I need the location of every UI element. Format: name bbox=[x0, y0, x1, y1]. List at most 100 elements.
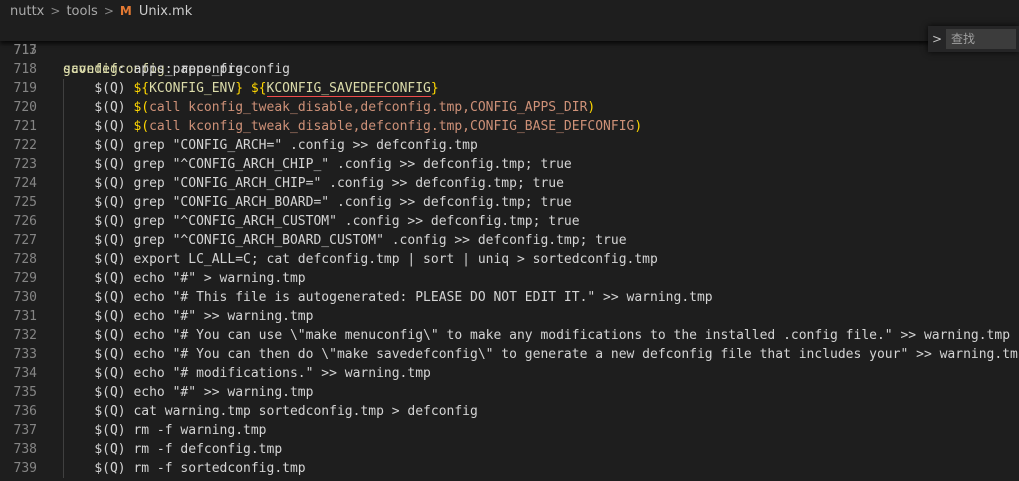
code-token: echo "# This file is autogenerated: PLEA… bbox=[125, 290, 713, 305]
code-line[interactable]: 724 $(Q) grep "CONFIG_ARCH_CHIP=" .confi… bbox=[0, 174, 1019, 193]
line-code[interactable]: $(Q) cat warning.tmp sortedconfig.tmp > … bbox=[63, 402, 478, 421]
code-line[interactable]: 730 $(Q) echo "# This file is autogenera… bbox=[0, 288, 1019, 307]
code-line[interactable]: 736 $(Q) cat warning.tmp sortedconfig.tm… bbox=[0, 402, 1019, 421]
find-input[interactable] bbox=[946, 29, 1016, 49]
line-code[interactable]: $(Q) echo "# You can use \"make menuconf… bbox=[63, 326, 1010, 345]
code-token: } bbox=[235, 81, 244, 96]
code-line[interactable]: 721 $(Q) $(call kconfig_tweak_disable,de… bbox=[0, 117, 1019, 136]
makefile-icon: M bbox=[119, 4, 132, 18]
chevron-right-icon: > bbox=[50, 4, 61, 18]
code-token: $(Q) bbox=[94, 385, 126, 400]
code-token: $(Q) bbox=[94, 119, 126, 134]
line-code[interactable]: $(Q) rm -f sortedconfig.tmp bbox=[63, 459, 306, 478]
line-code[interactable]: $(Q) echo "# You can then do \"make save… bbox=[63, 345, 1019, 364]
code-line[interactable]: 739 $(Q) rm -f sortedconfig.tmp bbox=[0, 459, 1019, 478]
line-code[interactable]: $(Q) echo "#" > warning.tmp bbox=[63, 269, 305, 288]
line-code[interactable]: $(Q) grep "^CONFIG_ARCH_BOARD_CUSTOM" .c… bbox=[63, 231, 626, 250]
line-code[interactable]: $(Q) grep "CONFIG_ARCH=" .config >> defc… bbox=[63, 136, 478, 155]
line-code[interactable]: $(Q) export LC_ALL=C; cat defconfig.tmp … bbox=[63, 250, 658, 269]
code-token: gconfig bbox=[63, 62, 118, 77]
code-token: echo "#" >> warning.tmp bbox=[125, 385, 314, 400]
sticky-scroll-header[interactable]: 713 gconfig: apps_preconfig bbox=[0, 22, 1019, 77]
code-line[interactable]: 731 $(Q) echo "#" >> warning.tmp bbox=[0, 307, 1019, 326]
line-code[interactable]: $(Q) grep "CONFIG_ARCH_CHIP=" .config >>… bbox=[63, 174, 564, 193]
code-token: $(Q) bbox=[94, 138, 126, 153]
code-token: echo "#" >> warning.tmp bbox=[125, 309, 314, 324]
code-token: rm -f defconfig.tmp bbox=[125, 442, 283, 457]
code-token: $(Q) bbox=[94, 81, 126, 96]
breadcrumb-folder-nuttx[interactable]: nuttx bbox=[0, 4, 46, 19]
code-line[interactable]: 727 $(Q) grep "^CONFIG_ARCH_BOARD_CUSTOM… bbox=[0, 231, 1019, 250]
code-token: rm -f warning.tmp bbox=[125, 423, 267, 438]
line-code[interactable]: $(Q) $(call kconfig_tweak_disable,defcon… bbox=[63, 117, 642, 136]
toggle-replace-icon[interactable]: > bbox=[928, 26, 946, 52]
code-line[interactable]: 732 $(Q) echo "# You can use \"make menu… bbox=[0, 326, 1019, 345]
code-token: $(Q) bbox=[94, 442, 126, 457]
code-token: grep "CONFIG_ARCH=" .config >> defconfig… bbox=[125, 138, 478, 153]
code-line[interactable]: 726 $(Q) grep "^CONFIG_ARCH_CUSTOM" .con… bbox=[0, 212, 1019, 231]
code-token: $(Q) bbox=[94, 461, 126, 476]
line-number: 735 bbox=[13, 385, 37, 400]
code-line[interactable]: 735 $(Q) echo "#" >> warning.tmp bbox=[0, 383, 1019, 402]
code-token: $(Q) bbox=[94, 100, 126, 115]
code-token: $(Q) bbox=[94, 404, 126, 419]
code-token: cat warning.tmp sortedconfig.tmp > defco… bbox=[125, 404, 478, 419]
code-line[interactable]: 717 bbox=[0, 41, 1019, 60]
breadcrumb-file[interactable]: Unix.mk bbox=[137, 4, 194, 19]
code-line[interactable]: 734 $(Q) echo "# modifications." >> warn… bbox=[0, 364, 1019, 383]
line-number: 720 bbox=[13, 100, 37, 115]
code-line[interactable]: 720 $(Q) $(call kconfig_tweak_disable,de… bbox=[0, 98, 1019, 117]
line-code[interactable]: $(Q) grep "^CONFIG_ARCH_CUSTOM" .config … bbox=[63, 212, 579, 231]
line-code[interactable]: gconfig: apps_preconfig bbox=[63, 60, 243, 79]
line-number: 726 bbox=[13, 214, 37, 229]
line-code[interactable]: $(Q) echo "#" >> warning.tmp bbox=[63, 383, 313, 402]
code-token: grep "^CONFIG_ARCH_CHIP_" .config >> def… bbox=[125, 157, 572, 172]
line-number: 730 bbox=[13, 290, 37, 305]
code-token: $(Q) bbox=[94, 252, 126, 267]
breadcrumb-folder-tools[interactable]: tools bbox=[64, 4, 99, 19]
code-token: echo "# modifications." >> warning.tmp bbox=[125, 366, 431, 381]
code-line[interactable]: 729 $(Q) echo "#" > warning.tmp bbox=[0, 269, 1019, 288]
code-line[interactable]: 713 gconfig: apps_preconfig bbox=[0, 22, 1019, 77]
code-token: grep "CONFIG_ARCH_BOARD=" .config >> def… bbox=[125, 195, 572, 210]
code-token: $(Q) bbox=[94, 214, 126, 229]
line-code[interactable]: $(Q) echo "# modifications." >> warning.… bbox=[63, 364, 431, 383]
breadcrumb: nuttx > tools > M Unix.mk bbox=[0, 0, 1019, 22]
code-token: call kconfig_tweak_disable,defconfig.tmp… bbox=[149, 119, 635, 134]
line-number: 737 bbox=[13, 423, 37, 438]
code-line[interactable]: 719 $(Q) ${KCONFIG_ENV} ${KCONFIG_SAVEDE… bbox=[0, 79, 1019, 98]
line-code[interactable]: $(Q) echo "#" >> warning.tmp bbox=[63, 307, 313, 326]
code-line[interactable]: 728 $(Q) export LC_ALL=C; cat defconfig.… bbox=[0, 250, 1019, 269]
code-token: $(Q) bbox=[94, 233, 126, 248]
line-number: 724 bbox=[13, 176, 37, 191]
line-code[interactable]: $(Q) rm -f defconfig.tmp bbox=[63, 440, 282, 459]
line-code[interactable]: $(Q) rm -f warning.tmp bbox=[63, 421, 267, 440]
line-number: 736 bbox=[13, 404, 37, 419]
code-token: } bbox=[430, 81, 439, 96]
line-code[interactable]: $(Q) grep "CONFIG_ARCH_BOARD=" .config >… bbox=[63, 193, 572, 212]
code-line[interactable]: 722 $(Q) grep "CONFIG_ARCH=" .config >> … bbox=[0, 136, 1019, 155]
line-code[interactable]: $(Q) $(call kconfig_tweak_disable,defcon… bbox=[63, 98, 595, 117]
code-editor[interactable]: 717 718 savedefconfig: apps_preconfig 719 $… bbox=[0, 41, 1019, 481]
code-line[interactable]: 725 $(Q) grep "CONFIG_ARCH_BOARD=" .conf… bbox=[0, 193, 1019, 212]
line-code[interactable]: $(Q) ${KCONFIG_ENV} ${KCONFIG_SAVEDEFCON… bbox=[63, 79, 439, 98]
line-code[interactable]: $(Q) echo "# This file is autogenerated:… bbox=[63, 288, 713, 307]
code-line[interactable]: 733 $(Q) echo "# You can then do \"make … bbox=[0, 345, 1019, 364]
code-line[interactable]: 737 $(Q) rm -f warning.tmp bbox=[0, 421, 1019, 440]
line-code[interactable]: $(Q) grep "^CONFIG_ARCH_CHIP_" .config >… bbox=[63, 155, 572, 174]
code-line[interactable]: 723 $(Q) grep "^CONFIG_ARCH_CHIP_" .conf… bbox=[0, 155, 1019, 174]
code-line[interactable]: 738 $(Q) rm -f defconfig.tmp bbox=[0, 440, 1019, 459]
line-number: 728 bbox=[13, 252, 37, 267]
code-token: rm -f sortedconfig.tmp bbox=[125, 461, 306, 476]
code-token: $(Q) bbox=[94, 271, 126, 286]
